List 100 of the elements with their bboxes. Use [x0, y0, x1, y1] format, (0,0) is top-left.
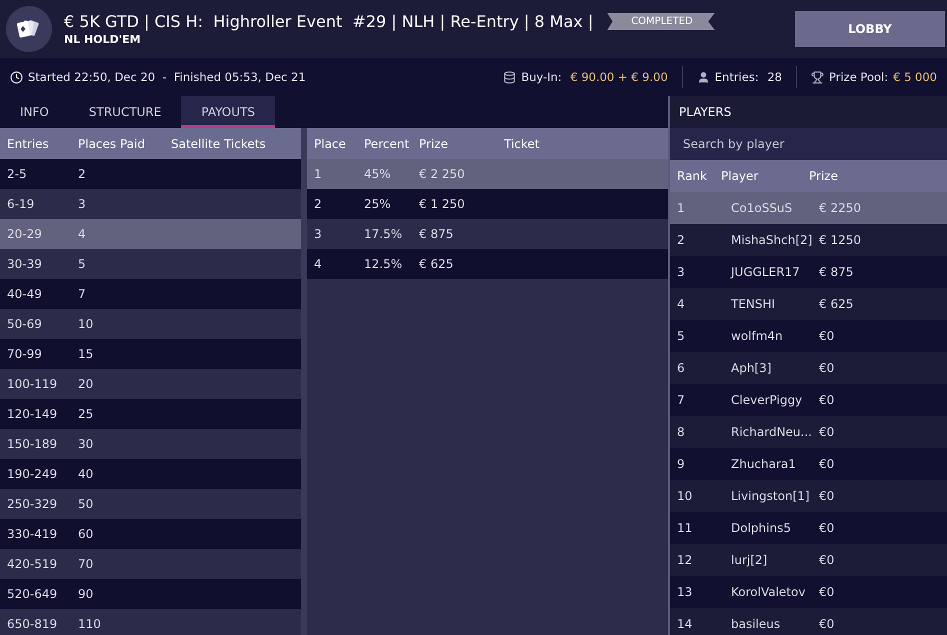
player-cell-text: MishaShch[2]: [730, 233, 812, 247]
table-row[interactable]: 2-5 2: [0, 159, 301, 189]
rank-cell-text: 5: [676, 329, 686, 343]
status-badge: COMPLETED: [607, 13, 715, 30]
players-title: PLAYERS: [670, 96, 947, 128]
table-row[interactable]: 330-419 60: [0, 519, 301, 549]
prize-cell-text: €0: [818, 585, 836, 599]
entries-value: 28: [766, 70, 782, 84]
place-cell-text: 1: [313, 167, 323, 181]
percent-cell-text: 17.5%: [363, 227, 404, 241]
places-cell-text: 2: [77, 167, 87, 181]
entries-cell-text: 330-419: [6, 527, 58, 541]
buy-in-label: Buy-In:: [521, 70, 562, 84]
place-cell-text: 3: [313, 227, 323, 241]
player-cell-text: TENSHI: [730, 297, 776, 311]
player-row[interactable]: 4 TENSHI € 625: [670, 288, 947, 320]
entries-cell-text: 50-69: [6, 317, 43, 331]
tab[interactable]: PAYOUTS: [181, 96, 275, 128]
place-cell-text: 4: [313, 257, 323, 271]
places-cell-text: 10: [77, 317, 94, 331]
entries-cell-text: 6-19: [6, 197, 36, 211]
prize-cell-text: € 1250: [818, 233, 862, 247]
places-cell-text: 70: [77, 557, 94, 571]
player-cell-text: RichardNeu...: [730, 425, 812, 439]
places-cell-text: 50: [77, 497, 94, 511]
player-row[interactable]: 14 basileus €0: [670, 608, 947, 635]
clock-icon: [10, 70, 23, 84]
search-field[interactable]: Search by player: [670, 128, 947, 160]
tab[interactable]: STRUCTURE: [68, 96, 182, 128]
places-cell-text: 3: [77, 197, 87, 211]
player-cell-text: CleverPiggy: [730, 393, 804, 407]
rank-cell-text: 1: [676, 201, 686, 215]
game-type: NL HOLD'EM: [64, 33, 142, 46]
places-cell-text: 5: [77, 257, 87, 271]
player-row[interactable]: 2 MishaShch[2] € 1250: [670, 224, 947, 256]
entries-cell-text: 420-519: [6, 557, 58, 571]
table-row[interactable]: 4 12.5% € 625: [307, 249, 668, 279]
prize-pool-value: € 5 000: [893, 70, 937, 84]
player-cell-text: Dolphins5: [730, 521, 792, 535]
places-cell-text: 20: [77, 377, 94, 391]
prize-pool-label: Prize Pool:: [829, 70, 888, 84]
prize-cell-text: €0: [818, 329, 836, 343]
prize-cell-text: € 875: [418, 227, 454, 241]
player-cell-text: lurj[2]: [730, 553, 768, 567]
places-cell-text: 60: [77, 527, 94, 541]
player-row[interactable]: 1 Co1oSSuS € 2250: [670, 192, 947, 224]
player-cell-text: Aph[3]: [730, 361, 772, 375]
prize-cell-text: €0: [818, 521, 836, 535]
places-cell-text: 7: [77, 287, 87, 301]
player-row[interactable]: 10 Livingston[1] €0: [670, 480, 947, 512]
trophy-icon: [811, 70, 824, 84]
prize-cell-text: €0: [818, 457, 836, 471]
column-header: Player: [720, 169, 760, 183]
prize-cell-text: €0: [818, 361, 836, 375]
column-header: Satellite Tickets: [170, 136, 267, 150]
column-header: Percent: [363, 136, 410, 150]
player-cell-text: wolfm4n: [730, 329, 784, 343]
rank-cell-text: 13: [676, 585, 694, 599]
prize-cell-text: € 875: [818, 265, 854, 279]
table-row[interactable]: 40-49 7: [0, 279, 301, 309]
place-cell-text: 2: [313, 197, 323, 211]
entries-cell-text: 70-99: [6, 347, 43, 361]
entries-cell-text: 150-189: [6, 437, 58, 451]
entries-cell-text: 20-29: [6, 227, 43, 241]
table-row[interactable]: 2 25% € 1 250: [307, 189, 668, 219]
table-row[interactable]: 1 45% € 2 250: [307, 159, 668, 189]
rank-cell-text: 2: [676, 233, 686, 247]
prize-cell-text: €0: [818, 425, 836, 439]
player-row[interactable]: 6 Aph[3] €0: [670, 352, 947, 384]
prize-cell-text: €0: [818, 393, 836, 407]
rank-cell-text: 10: [676, 489, 694, 503]
table-row[interactable]: 70-99 15: [0, 339, 301, 369]
rank-cell-text: 11: [676, 521, 694, 535]
player-row[interactable]: 8 RichardNeu... €0: [670, 416, 947, 448]
tournament-times: Started 22:50, Dec 20 - Finished 05:53, Dec 21: [28, 70, 306, 84]
entries-cell-text: 100-119: [6, 377, 58, 391]
column-header: Rank: [676, 169, 708, 183]
buy-in-value: € 90.00 + € 9.00: [569, 70, 668, 84]
player-row[interactable]: 12 lurj[2] €0: [670, 544, 947, 576]
places-cell-text: 90: [77, 587, 94, 601]
table-row[interactable]: 520-649 90: [0, 579, 301, 609]
prize-cell-text: € 2250: [818, 201, 862, 215]
table-row[interactable]: 120-149 25: [0, 399, 301, 429]
player-cell-text: Co1oSSuS: [730, 201, 794, 215]
entries-cell-text: 120-149: [6, 407, 58, 421]
player-cell-text: KorolValetov: [730, 585, 806, 599]
prize-cell-text: €0: [818, 553, 836, 567]
user-icon: [696, 70, 710, 84]
entries-cell-text: 40-49: [6, 287, 43, 301]
tab[interactable]: INFO: [0, 96, 69, 128]
entries-cell-text: 30-39: [6, 257, 43, 271]
table-row[interactable]: 190-249 40: [0, 459, 301, 489]
prize-cell-text: €0: [818, 617, 836, 631]
table-row[interactable]: 20-29 4: [0, 219, 301, 249]
column-header: Place: [313, 136, 347, 150]
percent-cell-text: 12.5%: [363, 257, 404, 271]
rank-cell-text: 4: [676, 297, 686, 311]
player-cell-text: Livingston[1]: [730, 489, 811, 503]
entries-cell-text: 520-649: [6, 587, 58, 601]
lobby-button[interactable]: LOBBY: [795, 11, 945, 47]
